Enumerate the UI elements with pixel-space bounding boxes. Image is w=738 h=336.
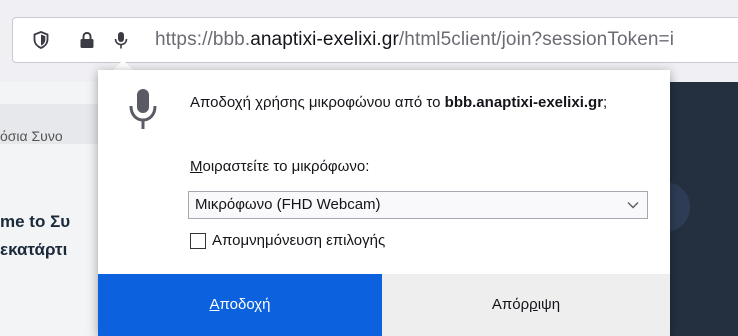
- welcome-line-1: me to Συ: [0, 212, 70, 232]
- permission-message: Αποδοχή χρήσης μικροφώνου από το bbb.ana…: [190, 92, 660, 114]
- url-scheme: https://: [155, 29, 213, 50]
- url-domain: anaptixi-exelixi.gr: [250, 29, 399, 50]
- accept-button[interactable]: Αποδοχή: [98, 274, 382, 336]
- url-text[interactable]: https://bbb.anaptixi-exelixi.gr/html5cli…: [155, 29, 674, 51]
- microphone-device-select[interactable]: Μικρόφωνο (FHD Webcam): [188, 191, 648, 219]
- permission-site: bbb.anaptixi-exelixi.gr: [444, 94, 604, 111]
- welcome-line-1-prefix: me to: [0, 212, 51, 231]
- share-microphone-label: Μοιραστείτε το μικρόφωνο:: [190, 158, 369, 175]
- microphone-permission-popup: Αποδοχή χρήσης μικροφώνου από το bbb.ana…: [98, 70, 670, 336]
- accept-label: ποδοχή: [219, 296, 271, 313]
- deny-label-prefix: Απόρ: [491, 296, 530, 313]
- url-bar[interactable]: https://bbb.anaptixi-exelixi.gr/html5cli…: [12, 17, 738, 63]
- page-nav-fragment: όσια Συνο: [0, 128, 63, 144]
- welcome-line-1-bold: Συ: [50, 212, 71, 231]
- deny-label-rest: ιψη: [537, 296, 561, 313]
- lock-icon[interactable]: [77, 30, 97, 50]
- accept-access-key: Α: [209, 296, 220, 313]
- permission-message-prefix: Αποδοχή χρήσης μικροφώνου από το: [190, 94, 445, 111]
- remember-decision-label[interactable]: Απομνημόνευση επιλογής: [212, 232, 385, 249]
- deny-access-key: ρ: [529, 296, 538, 313]
- microphone-icon: [128, 88, 158, 130]
- chevron-down-icon: [627, 201, 639, 209]
- share-label-text: οιραστείτε το μικρόφωνο:: [202, 158, 370, 175]
- selected-device: Μικρόφωνο (FHD Webcam): [195, 196, 381, 213]
- share-label-access-key: Μ: [190, 158, 203, 175]
- url-path: /html5client/join?sessionToken=i: [398, 29, 675, 50]
- remember-decision-checkbox[interactable]: [190, 233, 206, 249]
- permission-message-suffix: ;: [603, 94, 608, 111]
- shield-icon[interactable]: [31, 30, 51, 50]
- microphone-icon[interactable]: [111, 30, 131, 50]
- welcome-line-2: εκατάρτι: [0, 240, 68, 259]
- url-subdomain: bbb.: [212, 29, 251, 50]
- page-left-panel: [0, 82, 98, 336]
- deny-button[interactable]: Απόρριψη: [382, 274, 670, 336]
